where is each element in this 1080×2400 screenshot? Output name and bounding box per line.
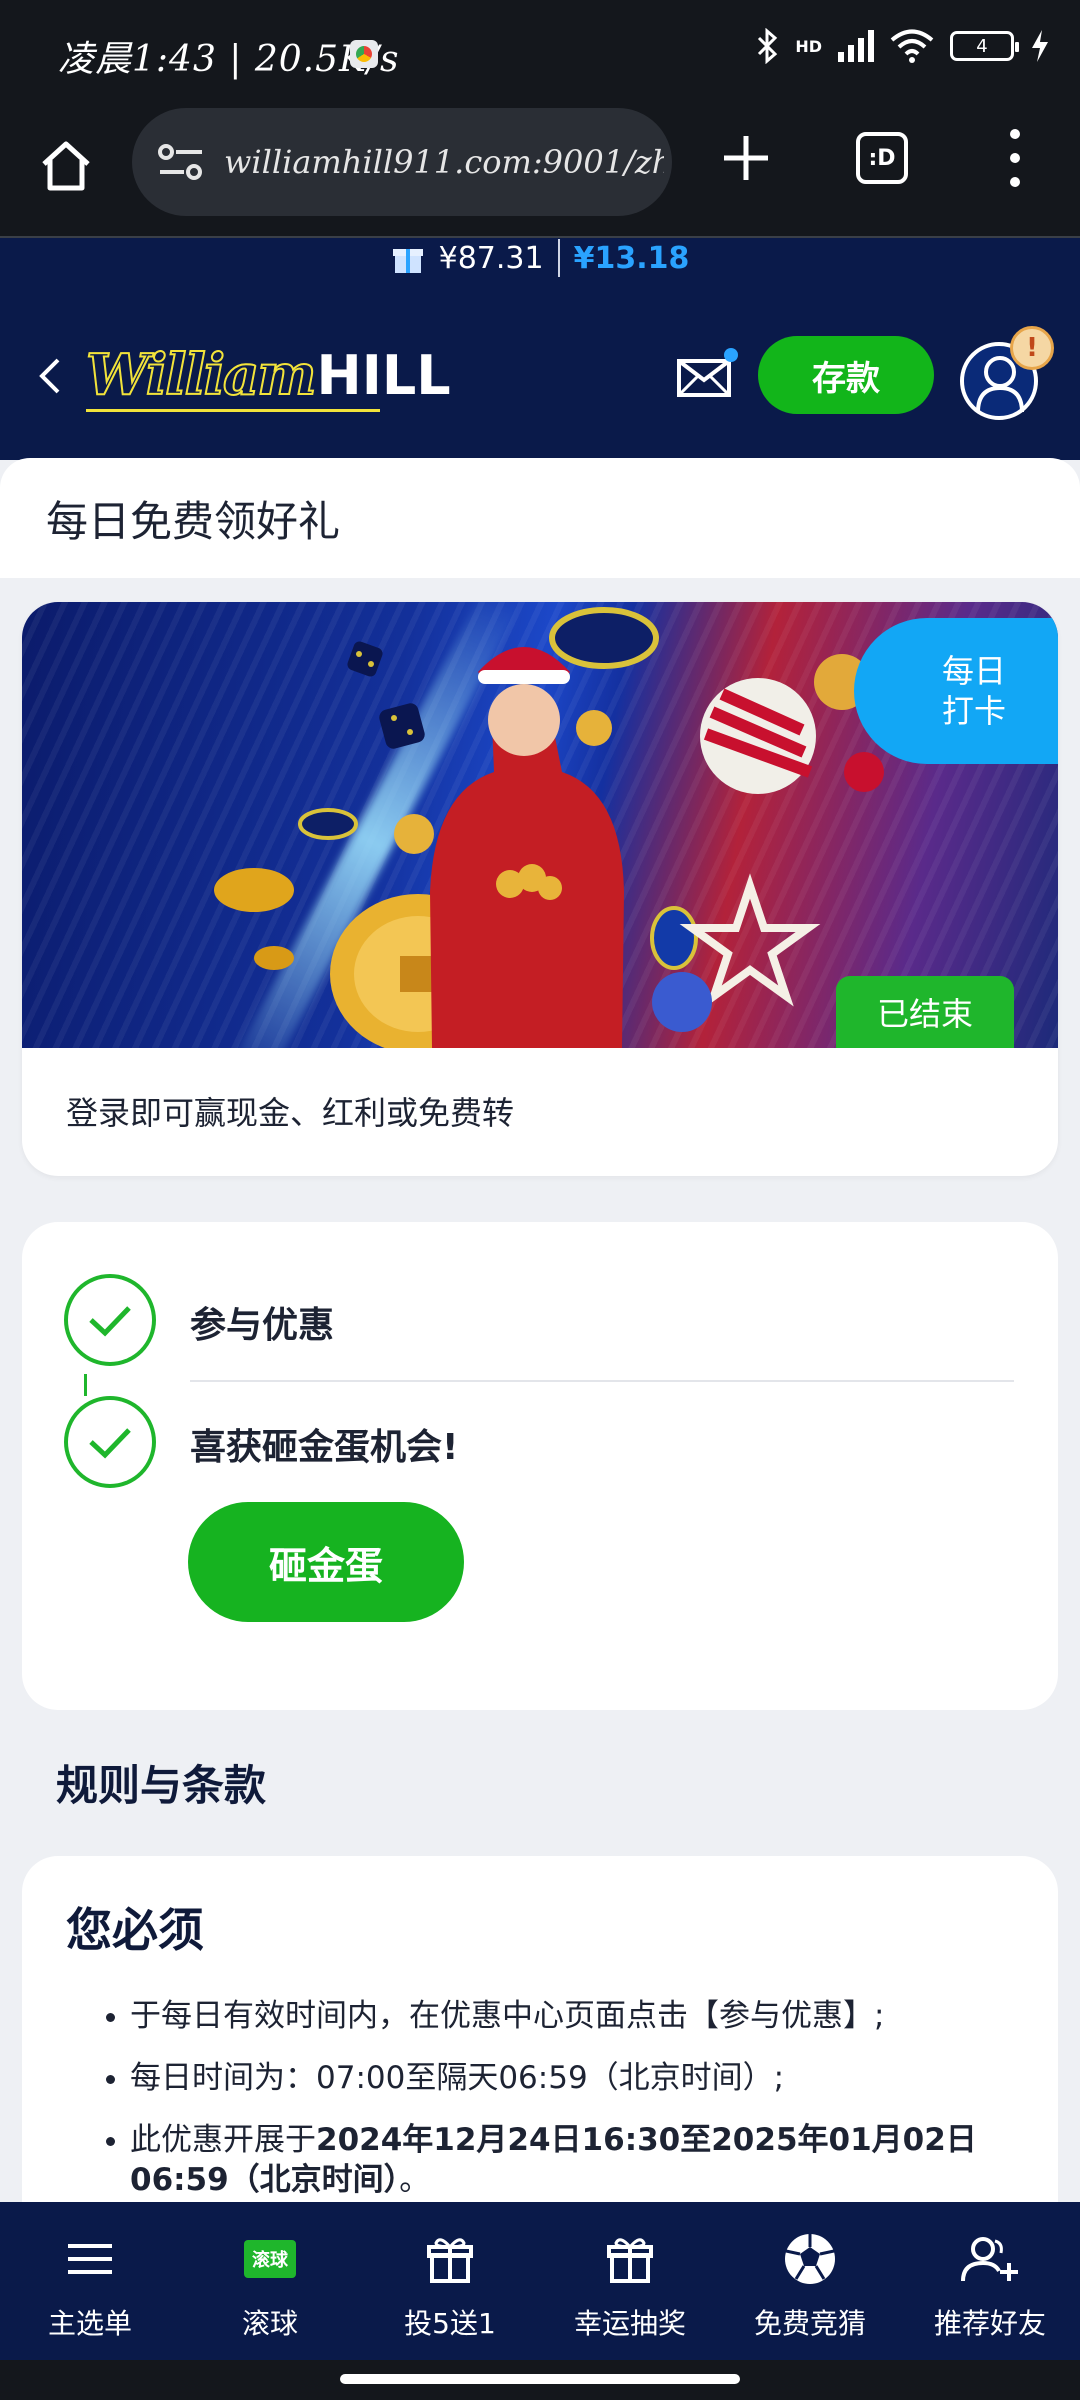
battery-indicator: 4 [950, 31, 1019, 61]
status-icons: HD 4 [755, 28, 1050, 64]
add-friend-icon [961, 2237, 1018, 2282]
nav-main-menu[interactable]: 主选单 [0, 2202, 180, 2360]
nav-label: 滚球 [241, 2307, 298, 2340]
logo-underline [86, 409, 380, 412]
bonus-balance: ¥13.18 [573, 240, 690, 276]
gift-icon [392, 249, 423, 273]
ended-status-badge: 已结束 [836, 976, 1014, 1048]
nav-label: 投5送1 [404, 2307, 496, 2340]
chrome-icon [350, 40, 378, 68]
site-settings-icon[interactable] [156, 142, 206, 182]
step-divider [190, 1380, 1014, 1382]
nav-free-predict[interactable]: 免费竞猜 [720, 2202, 900, 2360]
home-icon[interactable] [36, 136, 96, 196]
page-title: 每日免费领好礼 [46, 497, 341, 546]
status-bar: 凌晨1:43 | 20.5K/s HD 4 [0, 0, 1080, 100]
deposit-button[interactable]: 存款 [758, 336, 934, 414]
mail-icon [677, 359, 731, 397]
step2-label: 喜获砸金蛋机会! [190, 1427, 459, 1468]
back-arrow-icon[interactable] [32, 354, 68, 398]
daily-tag-line1: 每日 [941, 652, 1006, 690]
tab-switcher-button[interactable]: :D [856, 132, 908, 184]
address-bar[interactable]: williamhill911.com:9001/zh-c [132, 108, 672, 216]
site-header: ¥87.31 ¥13.18 William HILL 存款 ! [0, 238, 1080, 460]
rule-item: 此优惠开展于2024年12月24日16:30至2025年01月02日06:59（… [106, 2120, 1036, 2200]
more-menu-icon[interactable] [1000, 126, 1030, 190]
rules-list: 于每日有效时间内，在优惠中心页面点击【参与优惠】; 每日时间为：07:00至隔天… [106, 1996, 1036, 2222]
main-balance: ¥87.31 [438, 240, 544, 276]
balance-divider [557, 239, 560, 277]
status-time: 凌晨1:43 | 20.5K/s [58, 39, 400, 80]
logo-bold-text: HILL [316, 344, 451, 407]
nav-lucky-draw[interactable]: 幸运抽奖 [540, 2202, 720, 2360]
nav-label: 幸运抽奖 [573, 2307, 686, 2340]
nav-label: 主选单 [47, 2307, 132, 2340]
step-connector [84, 1374, 87, 1396]
live-badge-icon: 滚球 [244, 2240, 296, 2278]
william-hill-logo[interactable]: William HILL [85, 341, 451, 412]
url-text[interactable]: williamhill911.com:9001/zh-c [224, 143, 664, 181]
menu-icon [68, 2244, 112, 2274]
bottom-navigation: 主选单 滚球 滚球 投5送1 幸运抽奖 免费竞猜 推荐好友 [0, 2202, 1080, 2360]
rules-section-title: 规则与条款 [56, 1761, 267, 1810]
promo-description: 登录即可赢现金、红利或免费转 [66, 1094, 515, 1132]
rule-item: 每日时间为：07:00至隔天06:59（北京时间）; [106, 2058, 1036, 2098]
rule-item3-prefix: 此优惠开展于 [130, 2122, 316, 2158]
network-type: HD [795, 36, 822, 56]
rule-item3-suffix: 。 [399, 2162, 431, 2198]
signal-icon [838, 30, 874, 62]
messages-button[interactable] [676, 348, 738, 398]
gift-icon [427, 2238, 473, 2283]
nav-deposit-bonus[interactable]: 投5送1 [360, 2202, 540, 2360]
nav-label: 免费竞猜 [753, 2307, 866, 2340]
rules-card: 您必须 于每日有效时间内，在优惠中心页面点击【参与优惠】; 每日时间为：07:0… [22, 1856, 1058, 2256]
unread-dot [724, 348, 738, 362]
balance-display[interactable]: ¥87.31 ¥13.18 [0, 238, 1080, 278]
bluetooth-icon [758, 28, 778, 64]
daily-checkin-tag: 每日 打卡 [854, 618, 1058, 764]
nav-label: 推荐好友 [933, 2307, 1046, 2340]
steps-card [22, 1222, 1058, 1710]
step1-label: 参与优惠 [190, 1305, 335, 1346]
nav-live[interactable]: 滚球 滚球 [180, 2202, 360, 2360]
soccer-ball-icon [785, 2234, 835, 2284]
logo-script-text: William [85, 341, 318, 409]
nav-refer-friend[interactable]: 推荐好友 [900, 2202, 1080, 2360]
charging-icon [1032, 30, 1048, 62]
wifi-icon [890, 29, 934, 63]
step2-check-icon [64, 1396, 156, 1488]
rules-heading: 您必须 [66, 1903, 204, 1957]
new-tab-icon[interactable] [718, 130, 774, 186]
promo-banner-image: 每日 打卡 已结束 [22, 602, 1058, 1048]
smash-egg-button[interactable]: 砸金蛋 [188, 1502, 464, 1622]
home-indicator[interactable] [340, 2374, 740, 2384]
browser-toolbar: williamhill911.com:9001/zh-c :D [0, 100, 1080, 238]
system-gesture-bar [0, 2360, 1080, 2400]
notification-alert-badge[interactable]: ! [1010, 326, 1054, 370]
page-title-bar: 每日免费领好礼 [0, 458, 1080, 578]
rule-item: 于每日有效时间内，在优惠中心页面点击【参与优惠】; [106, 1996, 1036, 2036]
daily-tag-line2: 打卡 [941, 692, 1006, 730]
promo-card[interactable]: 每日 打卡 已结束 登录即可赢现金、红利或免费转 [22, 602, 1058, 1176]
step1-check-icon [64, 1274, 156, 1366]
gift-icon [607, 2238, 653, 2283]
